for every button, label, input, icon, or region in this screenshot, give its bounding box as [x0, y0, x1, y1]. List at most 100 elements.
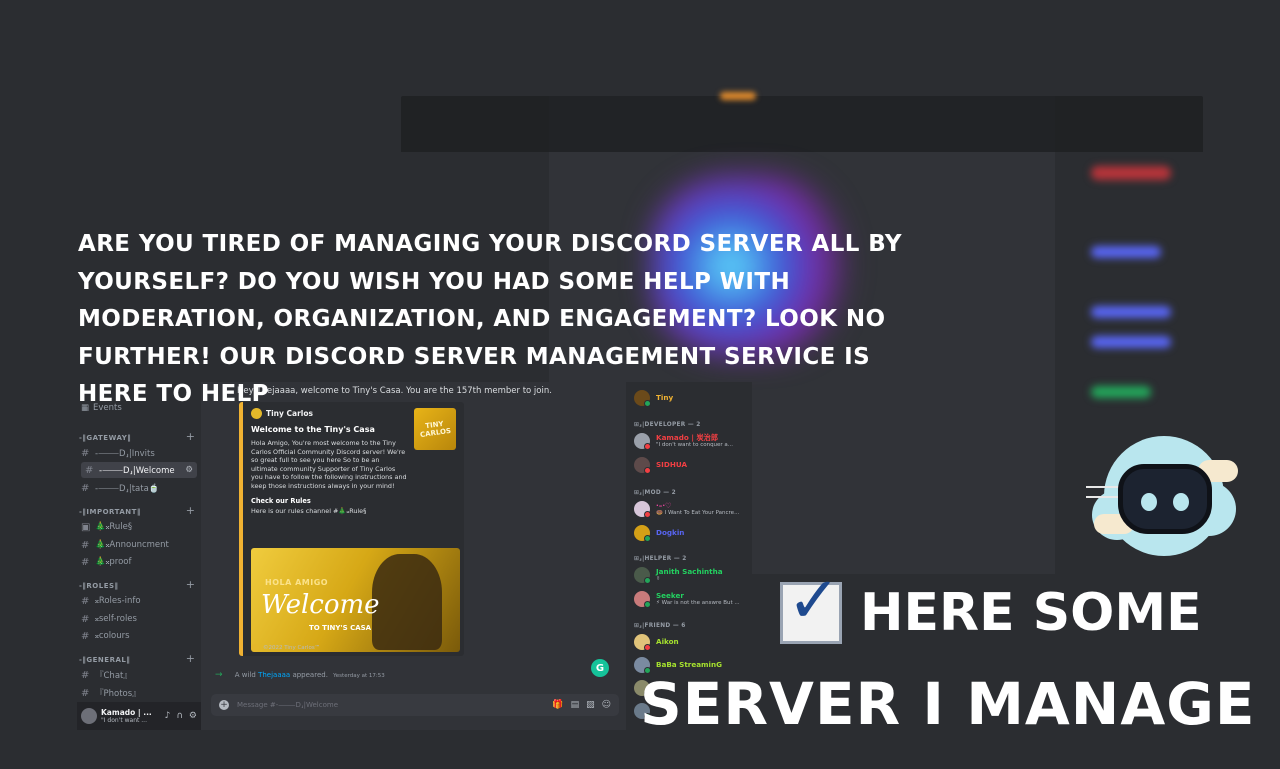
member-link[interactable]: Thejaaaa — [258, 671, 290, 679]
channel-announcment[interactable]: # 🎄𝄪Announcment — [81, 537, 169, 553]
promo-line-1: ✓ here some — [780, 569, 1202, 644]
headline-text: Are you tired of managing your Discord s… — [78, 231, 902, 407]
hash-icon: # — [81, 482, 90, 494]
channel-welcome[interactable]: # -⸻D⸥|Welcome ⚙ — [81, 462, 197, 478]
mute-icon[interactable]: ♪ — [165, 711, 171, 721]
avatar — [634, 525, 651, 542]
hash-icon: # — [81, 613, 90, 625]
user-info[interactable]: Kamado | ... "I don't want ... — [101, 708, 152, 725]
add-channel-icon[interactable]: + — [186, 504, 195, 517]
system-message: → A wild Thejaaaa appeared. Yesterday at… — [215, 670, 385, 680]
avatar — [634, 567, 651, 584]
add-attachment-icon[interactable]: + — [219, 700, 229, 710]
member-row[interactable]: SIDHUA — [634, 457, 750, 474]
logo-eye — [1141, 493, 1157, 511]
bg-blob — [1091, 386, 1151, 398]
member-row[interactable]: Seeker ⚡ War is not the answre But ... — [634, 591, 750, 608]
channel-colours[interactable]: # 𝄪colours — [81, 628, 130, 644]
embed-thumbnail: TINY CARLOS — [414, 408, 456, 450]
role-header-friend: ⊞⸥|FRIEND — 6 — [634, 623, 686, 629]
discord-cloud-logo — [1086, 430, 1246, 560]
hash-icon: # — [81, 539, 90, 551]
embed-footer: ©2022 Tiny Carlos™ — [251, 644, 320, 652]
role-header-mod: ⊞⸥|MOD — 2 — [634, 490, 676, 496]
category-important[interactable]: -‖IMPORTANT‖ — [79, 508, 141, 516]
gif-icon[interactable]: ▤ — [571, 700, 580, 710]
member-row[interactable]: Kamado | 炭治郎 "I don't want to conquer a..… — [634, 433, 750, 450]
chat-area: Hey Thejaaaa, welcome to Tiny's Casa. Yo… — [201, 382, 626, 730]
checkbox-icon: ✓ — [780, 569, 842, 644]
add-channel-icon[interactable]: + — [186, 652, 195, 665]
hash-icon: # — [81, 447, 90, 459]
channel-tata[interactable]: # -⸻D⸥|tata🍵 — [81, 480, 159, 496]
user-status: "I don't want ... — [101, 716, 147, 724]
avatar — [634, 501, 651, 518]
image-casa-text: TO TINY'S CASA — [309, 624, 372, 632]
settings-icon[interactable]: ⚙ — [185, 465, 197, 475]
avatar — [634, 591, 651, 608]
hash-icon: # — [81, 669, 90, 681]
image-hola-text: HOLA AMIGO — [265, 578, 329, 587]
message-input[interactable]: + Message #-⸻D⸥|Welcome 🎁 ▤ ▨ ☺ — [211, 694, 619, 716]
logo-eye — [1173, 493, 1189, 511]
embed-rules-link[interactable]: Here is our rules channel #🎄𝄪Rule§ — [251, 507, 456, 516]
avatar — [634, 457, 651, 474]
hash-icon: # — [81, 556, 90, 568]
role-header-developer: ⊞⸥|DEVELOPER — 2 — [634, 422, 701, 428]
headphones-icon[interactable]: ∩ — [176, 711, 183, 721]
channel-sidebar: ▦ Events -‖GATEWAY‖ + # -⸻D⸥|Invits # -⸻D⸥… — [77, 382, 201, 730]
member-row[interactable]: ·–·♡ 🍩 I Want To Eat Your Pancre... — [634, 501, 750, 518]
channel-self-roles[interactable]: # 𝄪self-roles — [81, 611, 137, 627]
emoji-icon[interactable]: ☺ — [602, 700, 611, 710]
bg-orange-mark — [720, 92, 756, 100]
bg-blob — [1091, 166, 1171, 180]
bg-blob — [1091, 246, 1161, 258]
input-tools: 🎁 ▤ ▨ ☺ — [552, 700, 611, 710]
member-row[interactable]: Dogkin — [634, 525, 750, 542]
avatar — [634, 433, 651, 450]
person-figure — [372, 554, 442, 650]
category-roles[interactable]: -‖ROLES‖ — [79, 582, 119, 590]
discord-logo-icon — [1118, 464, 1212, 534]
role-header-helper: ⊞⸥|HELPER — 2 — [634, 556, 687, 562]
embed-subheading: Check our Rules — [251, 496, 311, 505]
channel-photos[interactable]: # 『Photos』 — [81, 685, 141, 701]
gift-icon[interactable]: 🎁 — [552, 700, 563, 710]
settings-icon[interactable]: ⚙ — [189, 711, 197, 721]
join-arrow-icon: → — [215, 670, 223, 680]
user-controls: ♪ ∩ ⚙ — [165, 711, 201, 721]
sticker-icon[interactable]: ▨ — [586, 700, 595, 710]
welcome-embed: Tiny Carlos Welcome to the Tiny's Casa H… — [239, 402, 464, 656]
user-name: Kamado | ... — [101, 707, 152, 717]
embed-description: Hola Amigo, You're most welcome to the T… — [251, 439, 407, 490]
avatar[interactable] — [81, 708, 97, 724]
add-channel-icon[interactable]: + — [186, 430, 195, 443]
avatar — [634, 634, 651, 651]
user-panel: Kamado | ... "I don't want ... ♪ ∩ ⚙ — [77, 702, 201, 730]
speed-lines — [1086, 486, 1120, 498]
promo-line-2: server I manage — [640, 670, 1256, 738]
member-row[interactable]: Aikon — [634, 634, 750, 651]
category-gateway[interactable]: -‖GATEWAY‖ — [79, 434, 131, 442]
hash-icon: # — [85, 464, 94, 476]
image-welcome-text: Welcome — [261, 590, 380, 620]
member-row[interactable]: Janith Sachintha ✌ — [634, 567, 750, 584]
rules-icon: ▣ — [81, 521, 91, 533]
bg-topbar — [401, 96, 1203, 152]
category-general[interactable]: -‖GENERAL‖ — [79, 656, 130, 664]
bg-blob — [1091, 336, 1171, 348]
hash-icon: # — [81, 630, 90, 642]
checkmark-icon: ✓ — [787, 564, 841, 638]
channel-roles-info[interactable]: # 𝄪Roles-info — [81, 593, 141, 609]
add-channel-icon[interactable]: + — [186, 578, 195, 591]
channel-chat[interactable]: # 『Chat』 — [81, 667, 132, 683]
hash-icon: # — [81, 595, 90, 607]
grammarly-icon[interactable]: G — [591, 659, 609, 677]
channel-invits[interactable]: # -⸻D⸥|Invits — [81, 445, 155, 461]
bg-blob — [1091, 306, 1171, 318]
embed-welcome-image[interactable]: HOLA AMIGO Welcome TO TINY'S CASA — [251, 548, 460, 652]
avatar — [251, 644, 259, 652]
hash-icon: # — [81, 687, 90, 699]
channel-proof[interactable]: # 🎄𝄪proof — [81, 554, 132, 570]
channel-rules[interactable]: ▣ 🎄𝄪Rule§ — [81, 519, 132, 535]
